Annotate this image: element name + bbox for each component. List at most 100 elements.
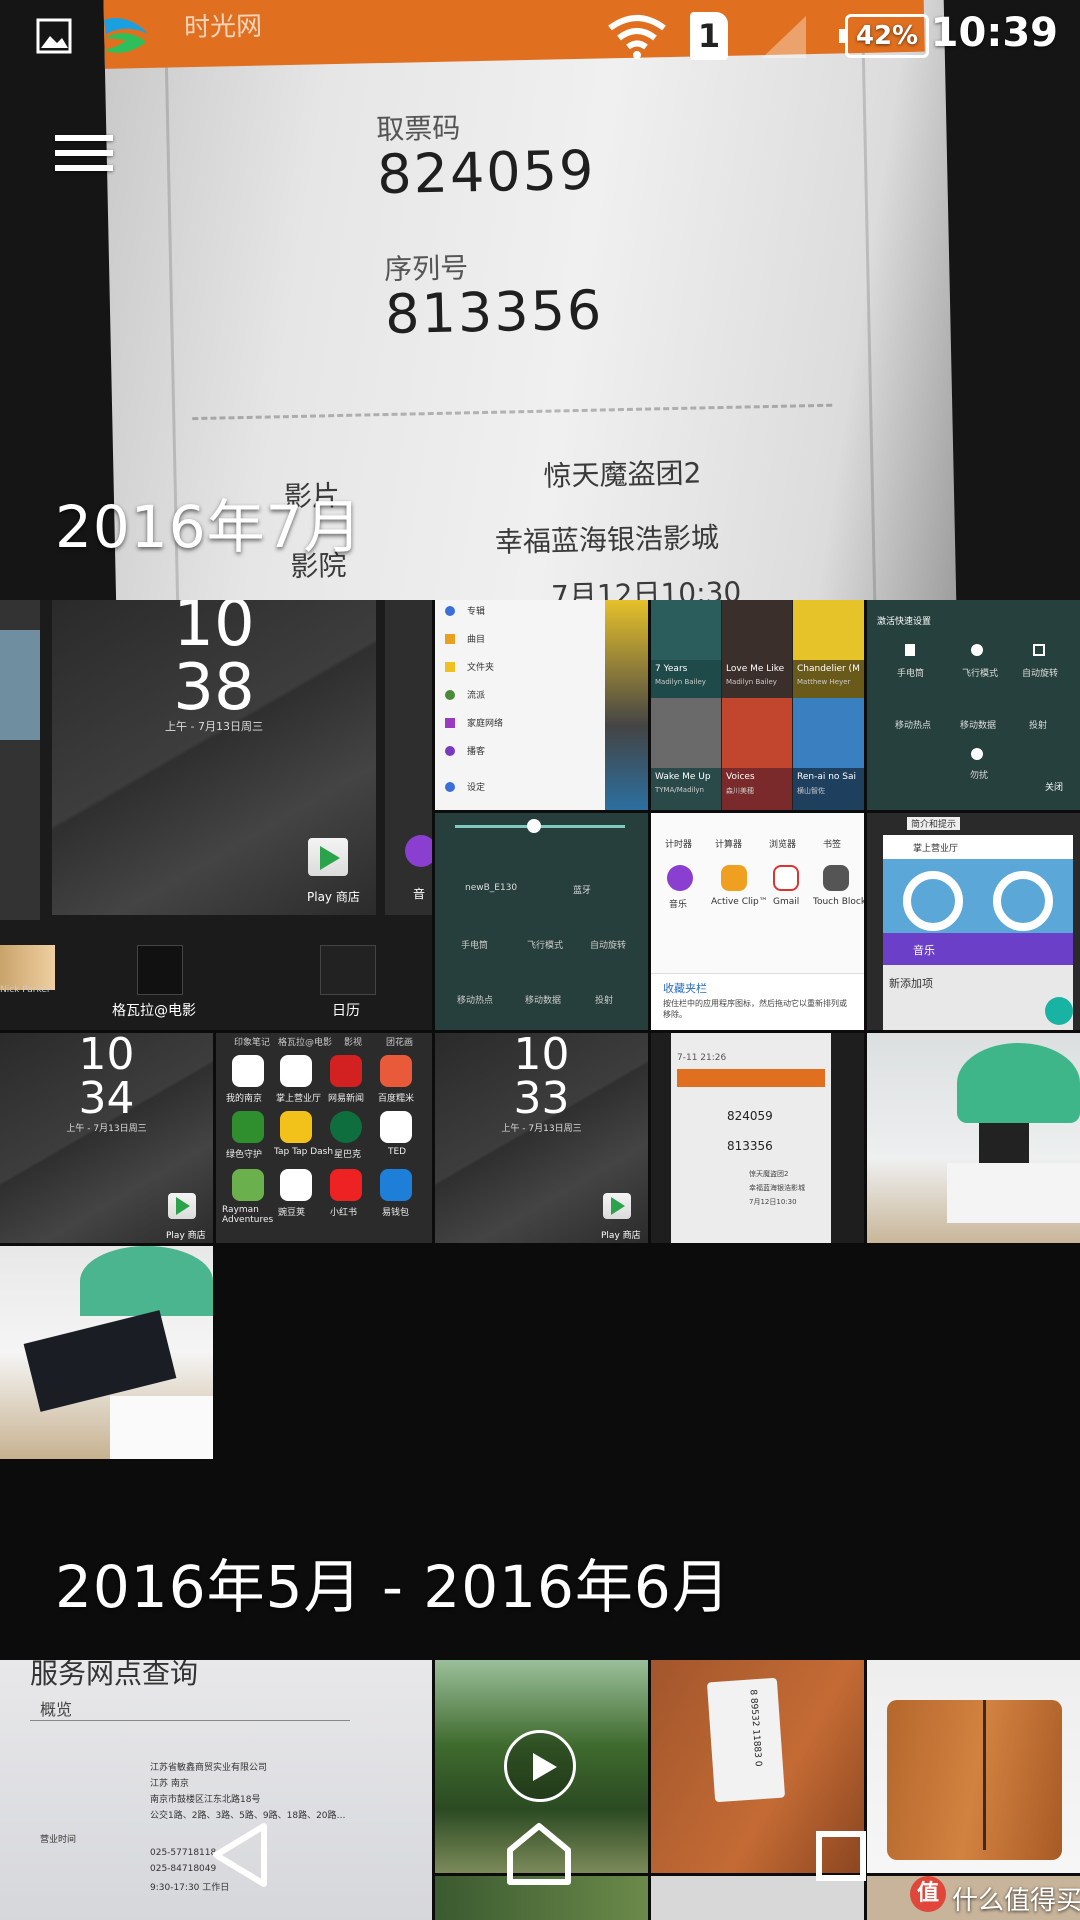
photo-home-apps[interactable]: 印象笔记 格瓦拉@电影 影视 团花画 我的南京 掌上营业厅 网易新闻 百度糯米 …	[216, 1033, 432, 1243]
rotate-icon	[1033, 644, 1045, 656]
home-top-0: 印象笔记	[234, 1038, 271, 1048]
card-edge-right: 音	[385, 600, 432, 915]
home-top-2: 影视	[344, 1038, 363, 1048]
app-label-7: Touch Block	[813, 897, 864, 907]
album-artist: 森川美穂	[726, 787, 754, 795]
brightness-thumb	[527, 819, 541, 833]
doc-row-5: 025-57718118	[150, 1848, 217, 1858]
ticket-thumb-show: 7月12日10:30	[749, 1198, 797, 1206]
photo-app-favorites[interactable]: 计时器 计算器 浏览器 书签 音乐 Active Clip™ Gmail Tou…	[651, 813, 864, 1030]
xiaohongshu-icon	[330, 1169, 362, 1201]
home-app-7: TED	[388, 1147, 407, 1157]
drawer-item-5: 播客	[467, 747, 486, 757]
home-app-6: 星巴克	[334, 1150, 362, 1160]
photo-quick-settings-expanded[interactable]: newB_E130 蓝牙 手电筒 飞行模式 自动旋转 移动热点 移动数据 投射	[435, 813, 648, 1030]
drawer-item-6: 设定	[467, 783, 486, 793]
app-label-1: 计算器	[715, 840, 743, 850]
qs-item-1: 飞行模式	[962, 669, 999, 679]
photo-recents-lockscreen[interactable]: 10 38 上午 - 7月13日周三 Play 商店 音 Nick Parker…	[0, 600, 432, 1030]
recent-app-gewara: 格瓦拉@电影	[112, 1003, 196, 1019]
sim-1-icon: 1	[690, 12, 728, 60]
album-renai-label: Ren-ai no Sai 横山智佐	[793, 768, 864, 810]
app-label-4: 音乐	[669, 900, 688, 910]
photo-leather-bag[interactable]	[867, 1660, 1080, 1873]
lamp-shade	[957, 1043, 1080, 1123]
video-play-icon[interactable]	[504, 1730, 576, 1802]
qs-item-5: 投射	[1029, 721, 1048, 731]
watermark-logo-icon: 值	[910, 1876, 946, 1912]
drawer-item-3: 流派	[467, 691, 486, 701]
home-app-8: Rayman Adventures	[222, 1205, 274, 1225]
photo-ticket-thumb[interactable]: 7-11 21:26 824059 813356 惊天魔盗团2 幸福蓝海银浩影城…	[651, 1033, 864, 1243]
ted-icon	[380, 1111, 412, 1143]
app-label-5: Active Clip™	[711, 897, 768, 907]
gewara-app-thumb	[137, 945, 183, 995]
qsb-item-2: 自动旋转	[590, 941, 627, 951]
cinema-value: 幸福蓝海银浩影城	[494, 521, 720, 559]
recents-square-icon[interactable]	[815, 1830, 867, 1882]
qs-bt: 蓝牙	[573, 886, 592, 896]
play-store-icon	[308, 838, 348, 876]
desk	[947, 1163, 1080, 1223]
section-title-july: 2016年7月	[55, 493, 363, 561]
album-title: 7 Years	[655, 664, 688, 674]
photo-quick-settings[interactable]: 激活快速设置 手电筒 飞行模式 自动旋转 移动热点 移动数据 投射 勿扰 关闭	[867, 600, 1080, 810]
home-icon[interactable]	[506, 1822, 572, 1886]
bag	[887, 1700, 1062, 1860]
home-app-9: 豌豆荚	[278, 1208, 306, 1218]
ticket-thumb-cinema: 幸福蓝海银浩影城	[749, 1184, 805, 1192]
photo-music-album-grid[interactable]: 7 Years Madilyn Bailey Love Me Like Madi…	[651, 600, 864, 810]
ticket-thumb-screen: 7-11 21:26 824059 813356 惊天魔盗团2 幸福蓝海银浩影城…	[671, 1033, 831, 1243]
home-app-3: 百度糯米	[378, 1094, 415, 1104]
baidu-nuomi-icon	[380, 1055, 412, 1087]
photo-router-desk[interactable]	[867, 1033, 1080, 1243]
doc-rule	[30, 1720, 350, 1721]
photo-lockscreen-1034[interactable]: 10 34 上午 - 7月13日周三 Play 商店	[0, 1033, 213, 1243]
new-items-title: 新添加项	[889, 977, 933, 990]
album-title: Ren-ai no Sai	[797, 772, 857, 782]
card-edge-image	[0, 630, 40, 740]
photo-router-closeup[interactable]	[0, 1246, 213, 1459]
album-love-me-label: Love Me Like Madilyn Bailey	[722, 660, 792, 698]
photo-next-row-2[interactable]	[651, 1876, 864, 1920]
photo-recents-cards[interactable]: 简介和提示 掌上营业厅 音乐 新添加项	[867, 813, 1080, 1030]
calendar-app-thumb	[320, 945, 376, 995]
album-title: Love Me Like	[726, 664, 785, 674]
lock-hour: 10	[173, 600, 255, 661]
photo-music-drawer[interactable]: 专辑 曲目 文件夹 流派 家庭网络 播客 设定	[435, 600, 648, 810]
qs-header: 激活快速设置	[877, 617, 932, 627]
desk	[110, 1396, 213, 1459]
podcast-icon	[445, 746, 455, 756]
drawer-item-2: 文件夹	[467, 663, 495, 673]
album-art-strip	[605, 600, 648, 810]
app-label-3: 书签	[823, 840, 842, 850]
album-title: Wake Me Up	[655, 772, 711, 782]
china-mobile-app-icon	[280, 1055, 312, 1087]
nanjing-app-icon	[232, 1055, 264, 1087]
wandoujia-icon	[280, 1169, 312, 1201]
image-icon	[36, 18, 72, 54]
qs-item-4: 移动数据	[960, 721, 997, 731]
home-app-11: 易钱包	[382, 1208, 410, 1218]
qs-wifi: newB_E130	[465, 883, 518, 893]
green-guard-icon	[232, 1111, 264, 1143]
home-app-1: 掌上营业厅	[276, 1094, 322, 1104]
album-artist: TYMA/Madilyn	[655, 786, 704, 794]
cell-signal-icon	[762, 16, 806, 58]
router	[979, 1123, 1029, 1167]
lock-minute: 33	[513, 1073, 570, 1124]
hamburger-menu-icon[interactable]	[55, 135, 113, 177]
drawer-item-1: 曲目	[467, 635, 486, 645]
photo-lockscreen-1033[interactable]: 10 33 上午 - 7月13日周三 Play 商店	[435, 1033, 648, 1243]
track-icon	[445, 634, 455, 644]
music-card: 音乐	[883, 933, 1073, 965]
airplane-icon	[971, 644, 983, 656]
lock-hour: 10	[513, 1033, 570, 1080]
home-app-5: Tap Tap Dash	[274, 1147, 334, 1157]
album-voices-label: Voices 森川美穂	[722, 768, 792, 810]
play-store-label: Play 商店	[166, 1231, 206, 1241]
price-tag: 8 89532 11883 0	[706, 1677, 786, 1803]
qsb-item-0: 手电筒	[461, 941, 489, 951]
settings-icon	[445, 782, 455, 792]
back-triangle-icon[interactable]	[210, 1822, 270, 1888]
